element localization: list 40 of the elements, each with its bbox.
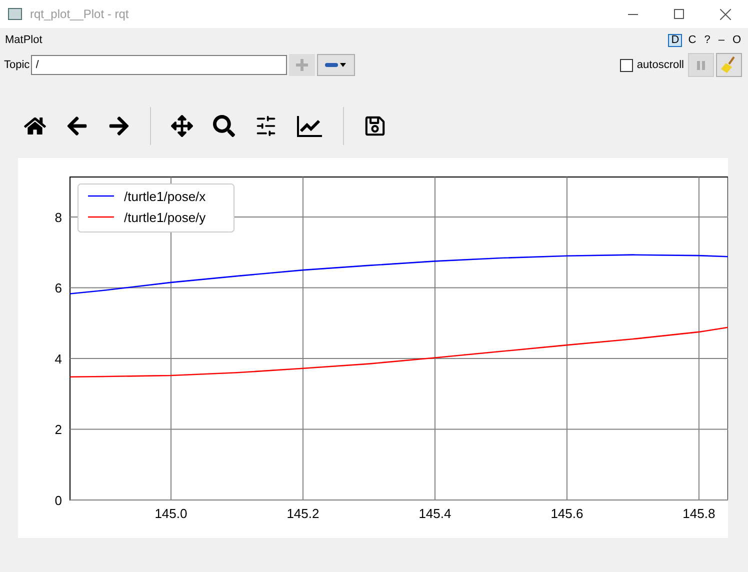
topic-field[interactable]: / (30, 55, 287, 75)
minus-caret-icon (324, 61, 347, 69)
x-tick-label: 145.0 (154, 506, 188, 521)
line-chart-icon[interactable] (297, 115, 323, 137)
search-icon[interactable] (213, 115, 235, 137)
remove-topic-button[interactable] (316, 54, 355, 76)
sliders-icon[interactable] (255, 115, 277, 137)
legend-label: /turtle1/pose/y (124, 210, 206, 225)
dock-button[interactable]: C (686, 34, 698, 46)
forward-arrow-icon[interactable] (108, 115, 130, 137)
save-icon[interactable] (364, 115, 386, 137)
window-title: rqt_plot__Plot - rqt (30, 6, 129, 23)
close-icon (720, 8, 730, 20)
x-tick-label: 145.8 (682, 506, 716, 521)
pause-icon (697, 60, 705, 70)
app-icon (8, 8, 22, 20)
legend-line (88, 195, 114, 197)
x-tick-label: 145.6 (550, 506, 584, 521)
topic-label: Topic (4, 58, 30, 73)
home-icon[interactable] (24, 115, 46, 137)
clear-button[interactable] (716, 53, 742, 77)
dock-button[interactable]: ? (702, 34, 712, 46)
y-tick-label: 0 (54, 493, 62, 508)
dock-button[interactable]: D (668, 34, 682, 46)
back-arrow-icon[interactable] (66, 115, 88, 137)
dock-button[interactable]: O (730, 34, 743, 46)
x-tick-label: 145.4 (418, 506, 452, 521)
legend-line (88, 216, 114, 218)
y-tick-label: 8 (54, 210, 62, 225)
plugin-title: MatPlot (5, 32, 42, 48)
x-tick-label: 145.2 (286, 506, 320, 521)
y-tick-label: 4 (54, 352, 62, 366)
y-tick-label: 6 (54, 280, 62, 296)
autoscroll-checkbox[interactable] (620, 58, 633, 72)
pan-icon[interactable] (171, 115, 193, 137)
autoscroll-label: autoscroll (636, 58, 684, 73)
legend-label: /turtle1/pose/x (124, 189, 206, 204)
y-tick-label: 2 (54, 422, 62, 438)
dock-button[interactable]: – (716, 34, 726, 46)
plus-icon (296, 59, 308, 71)
